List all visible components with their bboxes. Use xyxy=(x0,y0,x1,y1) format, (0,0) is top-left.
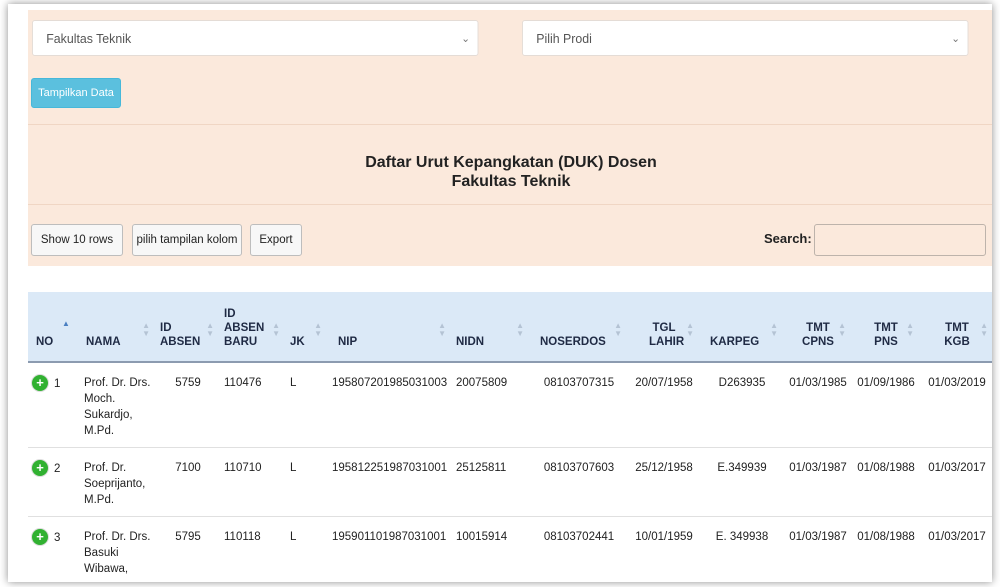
sort-icon: ▲ ▼ xyxy=(980,321,988,338)
id-absen-cell: 5795 xyxy=(156,516,220,582)
sort-asc-icon: ▲ xyxy=(62,319,70,328)
tgl-lahir-cell: 25/12/1958 xyxy=(628,447,700,517)
table-row: +2 Prof. Dr. Soeprijanto, M.Pd. 7100 110… xyxy=(28,447,992,517)
col-header-no[interactable]: ▲ NO xyxy=(28,292,80,363)
col-header-nama[interactable]: ▲ ▼ NAMA xyxy=(80,292,156,363)
nip-cell: 195812251987031001 xyxy=(328,447,452,517)
col-header-tgl-lahir[interactable]: ▲ ▼ TGL LAHIR xyxy=(628,292,700,363)
chevron-down-icon: ⌄ xyxy=(461,33,470,45)
duk-table: ▲ NO ▲ ▼ NAMA ▲ ▼ ID ABSEN ▲ ▼ ID ABSEN BARU ▲ ▼… xyxy=(28,292,992,582)
col-header-tmt-cpns[interactable]: ▲ ▼ TMT CPNS xyxy=(784,292,852,363)
search-label: Search: xyxy=(764,231,812,246)
tmt-pns-cell: 01/09/1986 xyxy=(852,362,920,448)
search-input[interactable] xyxy=(814,224,986,256)
tmt-cpns-cell: 01/03/1987 xyxy=(784,516,852,582)
sort-icon: ▲ ▼ xyxy=(906,321,914,338)
export-button[interactable]: Export xyxy=(250,224,302,256)
sort-icon: ▲ ▼ xyxy=(314,321,322,338)
jk-cell: L xyxy=(286,516,328,582)
sort-icon: ▲ ▼ xyxy=(438,321,446,338)
plus-circle-icon[interactable]: + xyxy=(32,529,48,545)
sort-icon: ▲ ▼ xyxy=(838,321,846,338)
tmt-cpns-cell: 01/03/1987 xyxy=(784,447,852,517)
tmt-cpns-cell: 01/03/1985 xyxy=(784,362,852,448)
tmt-kgb-cell: 01/03/2019 xyxy=(920,362,992,448)
nama-cell: Prof. Dr. Drs. Moch. Sukardjo, M.Pd. xyxy=(80,362,156,448)
col-header-tmt-kgb[interactable]: ▲ ▼ TMT KGB xyxy=(920,292,992,363)
noserdos-cell: 08103702441 xyxy=(530,516,628,582)
jk-cell: L xyxy=(286,362,328,448)
tgl-lahir-cell: 20/07/1958 xyxy=(628,362,700,448)
plus-circle-icon[interactable]: + xyxy=(32,460,48,476)
page-title: Daftar Urut Kepangkatan (DUK) Dosen xyxy=(365,154,657,171)
id-absen-baru-cell: 110118 xyxy=(220,516,286,582)
sort-icon: ▲ ▼ xyxy=(686,321,694,338)
tgl-lahir-cell: 10/01/1959 xyxy=(628,516,700,582)
page-subtitle: Fakultas Teknik xyxy=(451,173,571,190)
col-header-id-absen-baru[interactable]: ▲ ▼ ID ABSEN BARU xyxy=(220,292,286,363)
sort-icon: ▲ ▼ xyxy=(142,321,150,338)
col-header-jk[interactable]: ▲ ▼ JK xyxy=(286,292,328,363)
nip-cell: 195901101987031001 xyxy=(328,516,452,582)
col-header-id-absen[interactable]: ▲ ▼ ID ABSEN xyxy=(156,292,220,363)
sort-icon: ▲ ▼ xyxy=(206,321,214,338)
col-header-nidn[interactable]: ▲ ▼ NIDN xyxy=(452,292,530,363)
nip-cell: 195807201985031003 xyxy=(328,362,452,448)
karpeg-cell: D263935 xyxy=(700,362,784,448)
nama-cell: Prof. Dr. Drs. Basuki Wibawa, xyxy=(80,516,156,582)
row-number-cell: +2 xyxy=(28,447,80,517)
table-row: +3 Prof. Dr. Drs. Basuki Wibawa, 5795 11… xyxy=(28,516,992,582)
col-header-tmt-pns[interactable]: ▲ ▼ TMT PNS xyxy=(852,292,920,363)
sort-icon: ▲ ▼ xyxy=(516,321,524,338)
id-absen-baru-cell: 110710 xyxy=(220,447,286,517)
noserdos-cell: 08103707603 xyxy=(530,447,628,517)
nidn-cell: 25125811 xyxy=(452,447,530,517)
page-frame: Fakultas Teknik ⌄ Pilih Prodi ⌄ Tampilka… xyxy=(8,4,992,582)
row-number-cell: +3 xyxy=(28,516,80,582)
table-row: +1 Prof. Dr. Drs. Moch. Sukardjo, M.Pd. … xyxy=(28,362,992,448)
tmt-kgb-cell: 01/03/2017 xyxy=(920,447,992,517)
row-number-cell: +1 xyxy=(28,362,80,448)
fakultas-select[interactable]: Fakultas Teknik ⌄ xyxy=(32,20,479,56)
noserdos-cell: 08103707315 xyxy=(530,362,628,448)
sort-icon: ▲ ▼ xyxy=(614,321,622,338)
tmt-pns-cell: 01/08/1988 xyxy=(852,447,920,517)
show-data-button[interactable]: Tampilkan Data xyxy=(31,78,121,108)
prodi-select-value: Pilih Prodi xyxy=(536,30,592,46)
nidn-cell: 20075809 xyxy=(452,362,530,448)
id-absen-baru-cell: 110476 xyxy=(220,362,286,448)
fakultas-select-value: Fakultas Teknik xyxy=(46,30,132,46)
chevron-down-icon: ⌄ xyxy=(951,33,960,45)
col-header-karpeg[interactable]: ▲ ▼ KARPEG xyxy=(700,292,784,363)
table-header-row: ▲ NO ▲ ▼ NAMA ▲ ▼ ID ABSEN ▲ ▼ ID ABSEN BARU ▲ ▼… xyxy=(28,292,992,363)
tmt-pns-cell: 01/08/1988 xyxy=(852,516,920,582)
nidn-cell: 10015914 xyxy=(452,516,530,582)
divider xyxy=(28,124,992,125)
prodi-select[interactable]: Pilih Prodi ⌄ xyxy=(522,20,969,56)
divider xyxy=(28,204,992,205)
col-header-nip[interactable]: ▲ ▼ NIP xyxy=(328,292,452,363)
karpeg-cell: E. 349938 xyxy=(700,516,784,582)
id-absen-cell: 5759 xyxy=(156,362,220,448)
show-rows-button[interactable]: Show 10 rows xyxy=(31,224,123,256)
plus-circle-icon[interactable]: + xyxy=(32,375,48,391)
sort-icon: ▲ ▼ xyxy=(770,321,778,338)
column-visibility-button[interactable]: pilih tampilan kolom xyxy=(132,224,242,256)
nama-cell: Prof. Dr. Soeprijanto, M.Pd. xyxy=(80,447,156,517)
karpeg-cell: E.349939 xyxy=(700,447,784,517)
jk-cell: L xyxy=(286,447,328,517)
tmt-kgb-cell: 01/03/2017 xyxy=(920,516,992,582)
sort-icon: ▲ ▼ xyxy=(272,321,280,338)
id-absen-cell: 7100 xyxy=(156,447,220,517)
col-header-noserdos[interactable]: ▲ ▼ NOSERDOS xyxy=(530,292,628,363)
